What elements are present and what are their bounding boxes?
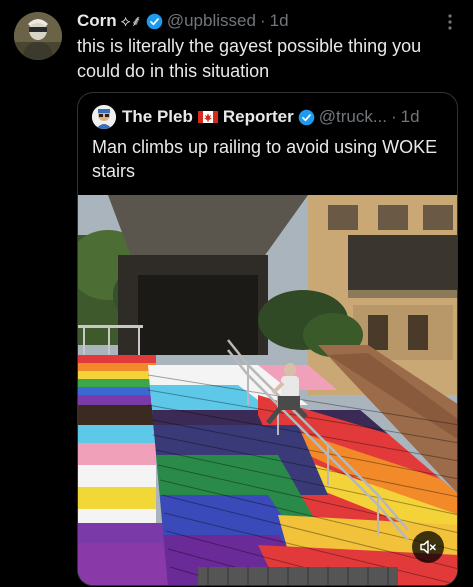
tweet-text: this is literally the gayest possible th… [77,36,422,81]
verified-badge-icon [298,109,315,125]
separator-dot: · [259,11,266,30]
quoted-tweet-text: Man climbs up railing to avoid using WOK… [92,137,438,181]
tweet[interactable]: Corn ⟡⸙ @upblissed · 1d this is literall… [0,0,473,587]
more-options-icon[interactable] [441,12,459,32]
author-handle[interactable]: @upblissed [167,11,256,31]
author-name[interactable]: Corn [77,11,117,31]
quoted-author-name-part1[interactable]: The Pleb [122,107,193,127]
quoted-author-name-part2[interactable]: Reporter [223,107,294,127]
verified-badge-icon [146,13,163,29]
mute-button[interactable] [412,531,444,563]
video-player[interactable] [78,195,457,585]
author-avatar[interactable] [14,12,62,60]
canada-flag-icon [197,111,218,123]
quoted-author-avatar[interactable] [92,105,116,129]
tweet-header: Corn ⟡⸙ @upblissed · 1d [77,10,433,32]
quoted-author-handle[interactable]: @truck... [319,107,387,127]
author-emoji: ⟡⸙ [120,13,142,30]
quoted-tweet-header: The Pleb Reporter @truck... · 1d [92,105,447,129]
separator-dot: · [390,107,397,126]
timestamp[interactable]: 1d [270,11,289,31]
video-frame [78,195,457,585]
quoted-tweet[interactable]: The Pleb Reporter @truck... · 1d Man cli… [77,92,458,586]
quoted-timestamp[interactable]: 1d [401,107,420,127]
speaker-muted-icon [420,540,436,554]
